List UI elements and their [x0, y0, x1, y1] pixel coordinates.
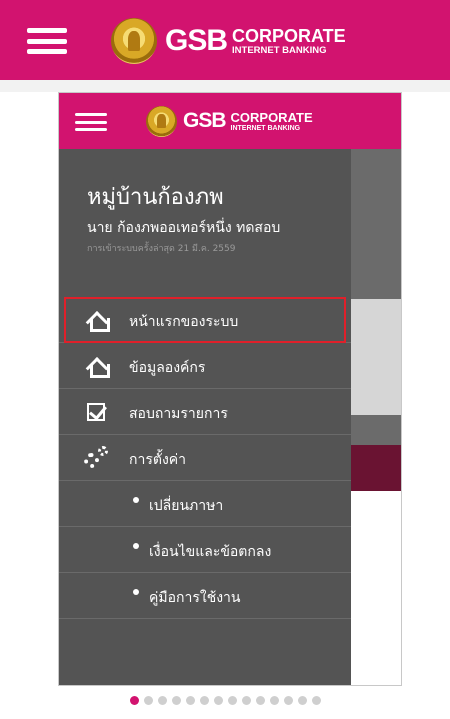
inner-gsb-emblem-icon [146, 105, 177, 137]
inner-app-header: GSB CORPORATE INTERNET BANKING [59, 93, 401, 149]
inner-gsb-logo: GSB CORPORATE INTERNET BANKING [146, 105, 313, 137]
brand-name: GSB [165, 24, 228, 57]
brand-line-2: INTERNET BANKING [232, 44, 327, 56]
bullet-icon [133, 543, 139, 549]
inner-brand-line-1: CORPORATE [230, 109, 313, 125]
user-name: นาย ก้องภพออเทอร์หนึ่ง ทดสอบ [87, 220, 281, 236]
bullet-icon [133, 497, 139, 503]
page-dot[interactable] [213, 696, 223, 705]
page-dot[interactable] [269, 696, 279, 705]
menu-icon[interactable] [27, 28, 67, 54]
last-login: การเข้าระบบครั้งล่าสุด 21 มี.ค. 2559 [87, 244, 236, 254]
page-dot[interactable] [283, 696, 293, 705]
menu-item-label: ข้อมูลองค์กร [129, 360, 206, 376]
phone-screen: GSB CORPORATE INTERNET BANKING หมู่บ้านก… [58, 92, 402, 686]
navigation-drawer: หมู่บ้านก้องภพ นาย ก้องภพออเทอร์หนึ่ง ทด… [59, 149, 351, 685]
page-dot[interactable] [199, 696, 209, 705]
page-dot[interactable] [157, 696, 167, 705]
home-icon [87, 357, 110, 378]
background-band [351, 445, 401, 491]
page-dot[interactable] [171, 696, 181, 705]
page-dot[interactable] [241, 696, 251, 705]
inner-brand-name: GSB [183, 109, 227, 132]
menu-item-label: เปลี่ยนภาษา [149, 498, 224, 514]
gears-icon [84, 446, 110, 470]
menu-item-label: คู่มือการใช้งาน [149, 590, 241, 606]
page-dot[interactable] [311, 696, 321, 705]
page-dot[interactable] [143, 696, 153, 705]
page-dot[interactable] [255, 696, 265, 705]
page-dot[interactable] [297, 696, 307, 705]
menu-item-organization[interactable]: ข้อมูลองค์กร [59, 343, 351, 389]
menu-item-label: การตั้งค่า [129, 452, 187, 468]
menu-item-user-guide[interactable]: คู่มือการใช้งาน [59, 573, 351, 619]
app-header: GSB CORPORATE INTERNET BANKING [0, 0, 450, 80]
header-divider [0, 80, 450, 92]
gsb-logo: GSB CORPORATE INTERNET BANKING [111, 17, 346, 65]
menu-item-label: เงื่อนไขและข้อตกลง [149, 544, 272, 560]
bullet-icon [133, 589, 139, 595]
menu-item-change-language[interactable]: เปลี่ยนภาษา [59, 481, 351, 527]
selected-item-highlight [64, 297, 346, 343]
menu-item-inquiry[interactable]: สอบถามรายการ [59, 389, 351, 435]
page-indicator [0, 696, 450, 708]
page-dot-active[interactable] [129, 696, 139, 705]
org-name: หมู่บ้านก้องภพ [87, 185, 224, 210]
page-dot[interactable] [185, 696, 195, 705]
background-card [351, 299, 401, 415]
gsb-emblem-icon [111, 18, 157, 64]
menu-item-label: สอบถามรายการ [129, 406, 228, 422]
background-content-overlay[interactable] [351, 149, 401, 685]
menu-item-settings[interactable]: การตั้งค่า [59, 435, 351, 481]
inner-menu-icon[interactable] [75, 113, 107, 131]
brand-line-1: CORPORATE [232, 25, 346, 46]
checkbox-icon [87, 403, 105, 421]
menu-item-terms[interactable]: เงื่อนไขและข้อตกลง [59, 527, 351, 573]
background-panel [351, 491, 401, 685]
inner-brand-line-2: INTERNET BANKING [230, 124, 301, 132]
page-dot[interactable] [227, 696, 237, 705]
